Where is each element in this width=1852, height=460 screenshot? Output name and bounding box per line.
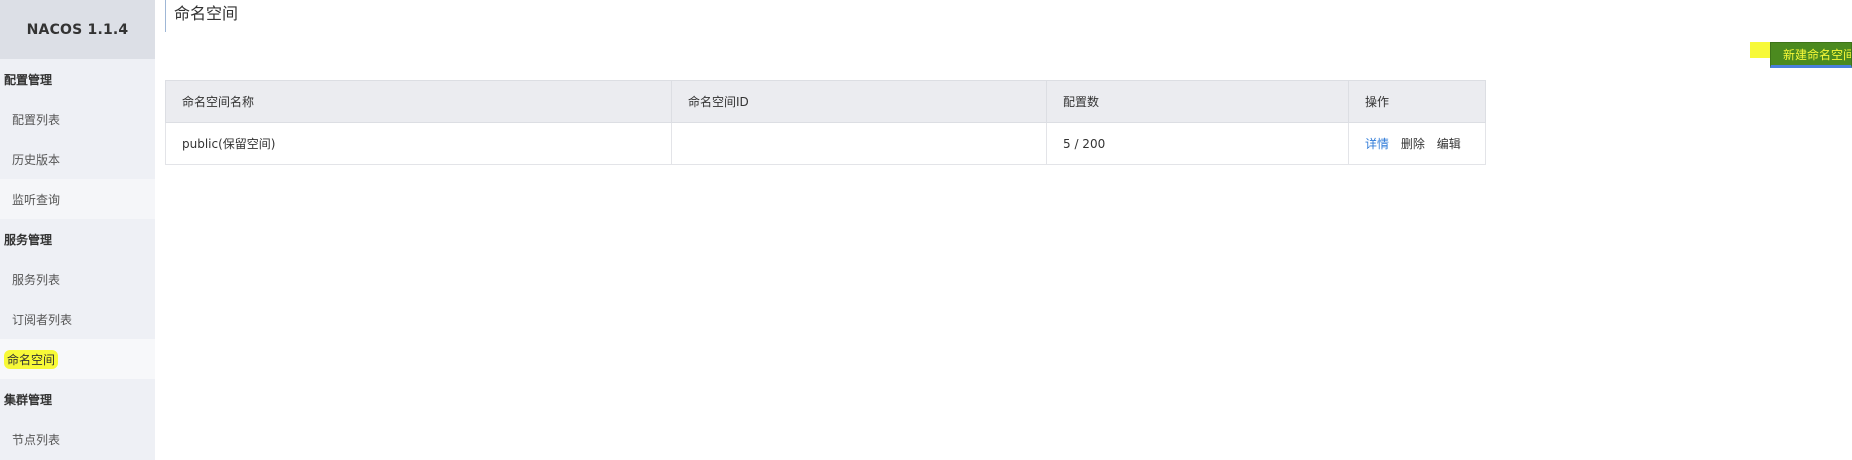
namespace-table: 命名空间名称 命名空间ID 配置数 操作 public(保留空间) 5 / 20… [165,80,1486,165]
cell-config-count: 5 / 200 [1046,122,1349,165]
sidebar-item-subscribers[interactable]: 订阅者列表 [0,299,155,339]
cell-operations: 详情 删除 编辑 [1348,122,1486,165]
detail-link[interactable]: 详情 [1365,137,1389,151]
main-content: 命名空间 新建命名空间 命名空间名称 命名空间ID 配置数 操作 public(… [155,0,1852,460]
header-config-count: 配置数 [1046,80,1349,123]
table-row: public(保留空间) 5 / 200 详情 删除 编辑 [165,122,1486,165]
cell-namespace-name: public(保留空间) [165,122,672,165]
create-namespace-area: 新建命名空间 [1750,40,1852,68]
sidebar: NACOS 1.1.4 配置管理 配置列表 历史版本 监听查询 服务管理 服务列… [0,0,155,460]
sidebar-group-cluster[interactable]: 集群管理 [0,379,155,419]
delete-link[interactable]: 删除 [1401,137,1425,151]
sidebar-group-service[interactable]: 服务管理 [0,219,155,259]
sidebar-item-namespace-label: 命名空间 [4,349,59,369]
brand-logo: NACOS 1.1.4 [0,0,155,59]
sidebar-item-history[interactable]: 历史版本 [0,139,155,179]
cell-namespace-id [671,122,1047,165]
create-namespace-button[interactable]: 新建命名空间 [1770,42,1852,68]
page-title: 命名空间 [165,0,238,32]
sidebar-item-listener-query[interactable]: 监听查询 [0,179,155,219]
sidebar-item-node-list[interactable]: 节点列表 [0,419,155,459]
sidebar-group-config[interactable]: 配置管理 [0,59,155,99]
header-namespace-name: 命名空间名称 [165,80,672,123]
header-operations: 操作 [1348,80,1486,123]
sidebar-item-config-list[interactable]: 配置列表 [0,99,155,139]
sidebar-item-service-list[interactable]: 服务列表 [0,259,155,299]
header-namespace-id: 命名空间ID [671,80,1047,123]
table-header-row: 命名空间名称 命名空间ID 配置数 操作 [165,80,1486,123]
edit-link[interactable]: 编辑 [1437,137,1461,151]
sidebar-item-namespace[interactable]: 命名空间 [0,339,155,379]
